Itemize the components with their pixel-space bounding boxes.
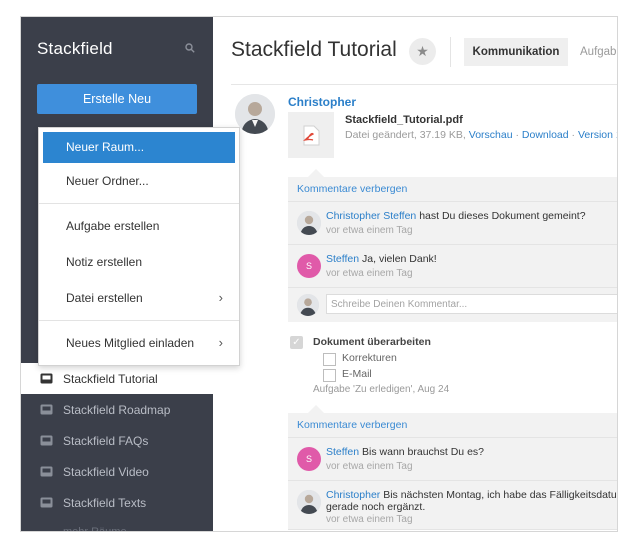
user-photo-icon — [297, 490, 321, 514]
user-photo-icon — [297, 294, 319, 316]
sidebar-item-stackfield-video[interactable]: Stackfield Video — [21, 456, 213, 487]
subtask-label: Korrekturen — [342, 352, 397, 364]
file-name[interactable]: Stackfield_Tutorial.pdf — [345, 114, 463, 126]
star-icon[interactable]: ★ — [409, 38, 436, 65]
avatar[interactable] — [297, 211, 321, 235]
comment-author[interactable]: Christopher — [326, 489, 380, 501]
sidebar-item-label: Stackfield Tutorial — [63, 371, 158, 386]
comment: Christopher Steffen hast Du dieses Dokum… — [288, 202, 617, 245]
panel-pointer — [308, 169, 324, 177]
menu-item-create-note[interactable]: Notiz erstellen — [39, 244, 239, 280]
preview-link[interactable]: Vorschau — [469, 129, 513, 141]
user-photo-icon — [235, 94, 275, 134]
version-link[interactable]: Version 1 — [578, 129, 617, 141]
file-meta: Datei geändert, 37.19 KB, Vorschau · Dow… — [345, 129, 617, 141]
menu-item-label: Neuer Raum... — [66, 140, 145, 154]
menu-item-create-task[interactable]: Aufgabe erstellen — [39, 208, 239, 244]
panel-pointer — [308, 405, 324, 413]
task-checkbox[interactable]: ✓ — [290, 336, 303, 349]
comment-panel: Kommentare verbergen Christopher Steffen… — [288, 177, 617, 322]
avatar[interactable] — [235, 94, 275, 134]
file-meta-text: Datei geändert, 37.19 KB, — [345, 129, 466, 141]
download-link[interactable]: Download — [522, 129, 569, 141]
menu-item-new-room[interactable]: Neuer Raum... — [43, 132, 235, 163]
sidebar-item-label: Stackfield FAQs — [63, 433, 149, 448]
tab-kommunikation[interactable]: Kommunikation — [464, 38, 568, 66]
avatar — [297, 294, 319, 316]
sidebar-item-label: Stackfield Texts — [63, 495, 147, 510]
app-window: Stackfield Erstelle Neu Stackfield Tutor… — [20, 16, 618, 532]
room-list: Stackfield Tutorial Stackfield Roadmap S… — [21, 363, 213, 531]
subtask-checkbox[interactable] — [323, 369, 336, 382]
create-menu: Neuer Raum... Neuer Ordner... Aufgabe er… — [38, 127, 240, 366]
comment-text: Christopher Bis nächsten Montag, ich hab… — [326, 489, 617, 513]
more-rooms-link[interactable]: mehr Räume — [21, 518, 213, 531]
sidebar-item-stackfield-texts[interactable]: Stackfield Texts — [21, 487, 213, 518]
inbox-icon — [40, 435, 53, 446]
sidebar-item-stackfield-faqs[interactable]: Stackfield FAQs — [21, 425, 213, 456]
page-title: Stackfield Tutorial — [231, 38, 397, 61]
comment-panel: Kommentare verbergen S Steffen Bis wann … — [288, 413, 617, 530]
menu-item-label: Aufgabe erstellen — [66, 219, 160, 233]
tab-aufgaben[interactable]: Aufgab — [580, 38, 616, 66]
comment-body: Ja, vielen Dank! — [362, 253, 437, 265]
menu-item-label: Datei erstellen — [66, 291, 143, 305]
hide-comments-link[interactable]: Kommentare verbergen — [288, 413, 617, 438]
subtask-label: E-Mail — [342, 368, 372, 380]
comment-author[interactable]: Steffen — [326, 446, 359, 458]
brand-logo: Stackfield — [37, 39, 113, 58]
link-separator: · — [515, 129, 519, 141]
inbox-icon — [40, 497, 53, 508]
comment: S Steffen Ja, vielen Dank! vor etwa eine… — [288, 245, 617, 288]
chevron-right-icon: › — [218, 335, 223, 350]
menu-item-invite-member[interactable]: Neues Mitglied einladen › — [39, 325, 239, 361]
task-meta: Aufgabe 'Zu erledigen', Aug 24 — [313, 384, 450, 395]
comment-body: hast Du dieses Dokument gemeint? — [419, 210, 586, 222]
comment-text: Steffen Ja, vielen Dank! — [326, 253, 437, 265]
subtask-checkbox[interactable] — [323, 353, 336, 366]
comment: Christopher Bis nächsten Montag, ich hab… — [288, 481, 617, 530]
comment-time: vor etwa einem Tag — [326, 225, 413, 236]
inbox-icon — [40, 373, 53, 384]
comment-time: vor etwa einem Tag — [326, 461, 413, 472]
avatar[interactable] — [297, 490, 321, 514]
link-separator: · — [571, 129, 576, 141]
chevron-right-icon: › — [218, 290, 223, 305]
sidebar-item-stackfield-tutorial[interactable]: Stackfield Tutorial — [21, 363, 213, 394]
menu-item-create-file[interactable]: Datei erstellen › — [39, 280, 239, 316]
sidebar-item-label: Stackfield Roadmap — [63, 402, 171, 417]
comment-text: Steffen Bis wann brauchst Du es? — [326, 446, 484, 458]
comment-time: vor etwa einem Tag — [326, 268, 413, 279]
sidebar-item-label: Stackfield Video — [63, 464, 149, 479]
avatar[interactable]: S — [297, 254, 321, 278]
comment-body: Bis wann brauchst Du es? — [362, 446, 484, 458]
header-divider — [450, 37, 451, 67]
pdf-file-icon[interactable] — [288, 112, 334, 158]
comment-author[interactable]: Christopher Steffen — [326, 210, 416, 222]
menu-item-label: Notiz erstellen — [66, 255, 143, 269]
comment: S Steffen Bis wann brauchst Du es? vor e… — [288, 438, 617, 481]
create-new-button[interactable]: Erstelle Neu — [37, 84, 197, 114]
menu-divider — [39, 203, 239, 204]
sidebar-item-stackfield-roadmap[interactable]: Stackfield Roadmap — [21, 394, 213, 425]
menu-item-new-folder[interactable]: Neuer Ordner... — [39, 163, 239, 199]
header-rule — [231, 84, 617, 85]
comment-input[interactable]: Schreibe Deinen Kommentar... — [326, 294, 617, 314]
menu-item-label: Neuer Ordner... — [66, 174, 149, 188]
hide-comments-link[interactable]: Kommentare verbergen — [288, 177, 617, 202]
inbox-icon — [40, 404, 53, 415]
avatar[interactable]: S — [297, 447, 321, 471]
task-title[interactable]: Dokument überarbeiten — [313, 336, 431, 348]
user-photo-icon — [297, 211, 321, 235]
comment-time: vor etwa einem Tag — [326, 514, 413, 525]
menu-item-label: Neues Mitglied einladen — [66, 336, 195, 350]
search-icon[interactable] — [185, 43, 195, 53]
comment-author[interactable]: Steffen — [326, 253, 359, 265]
comment-compose: Schreibe Deinen Kommentar... — [288, 288, 617, 322]
menu-divider — [39, 320, 239, 321]
inbox-icon — [40, 466, 53, 477]
post-author[interactable]: Christopher — [288, 95, 356, 109]
comment-text: Christopher Steffen hast Du dieses Dokum… — [326, 210, 586, 222]
